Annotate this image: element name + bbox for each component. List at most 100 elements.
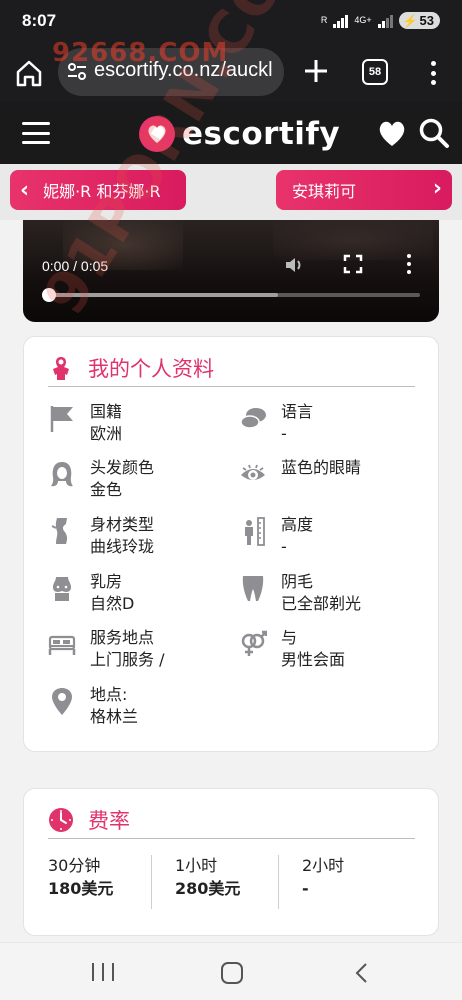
attribute-label: 阴毛 [281,572,314,591]
previous-profile-button[interactable]: ‹ 妮娜·R 和芬娜·R [10,170,186,210]
gender-icon [241,630,267,656]
speech-bubbles-icon [240,408,266,429]
profile-attribute: 阴毛 已全部剃光 [239,571,419,619]
rate-price: 280美元 [175,879,241,898]
attribute-label: 身材类型 [90,515,155,534]
rate-duration: 2小时 [302,856,345,875]
video-scrubber-handle[interactable] [42,288,56,302]
address-bar[interactable]: escortify.co.nz/auckl [58,48,284,96]
logo-text: escortify [182,116,341,152]
profile-attribute: 身材类型 曲线玲珑 [48,514,228,562]
profile-attribute: 国籍 欧洲 [48,401,228,449]
signal-icon-2 [377,14,393,28]
home-button-icon[interactable] [221,962,243,984]
eye-icon [241,464,265,480]
body-type-icon [51,518,68,544]
attribute-label: 乳房 [90,572,123,591]
flag-icon [50,406,73,432]
profile-attribute: 地点: 格林兰 [48,684,228,732]
attribute-label: 地点: [90,685,128,704]
rate-duration: 30分钟 [48,856,101,875]
new-tab-icon[interactable] [302,57,330,85]
status-icons: R 4G+ ⚡ 53 [321,12,440,29]
attribute-label: 服务地点 [90,628,155,647]
profile-card-header: 我的个人资料 [48,349,415,387]
network-type: 4G+ [354,15,372,25]
recent-apps-icon[interactable] [92,963,114,981]
rate-divider [151,855,152,909]
chevron-right-icon: › [432,176,442,201]
rate-item: 30分钟 180美元 [48,855,113,911]
attribute-value: 已全部剃光 [281,594,362,613]
browser-toolbar: escortify.co.nz/auckl 58 [0,44,462,102]
status-time: 8:07 [22,11,57,30]
profile-attribute: 与男性会面 [239,627,419,675]
profile-attribute: 蓝色的眼睛 [239,457,419,505]
profile-attribute: 语言 - [239,401,419,449]
attribute-label: 高度 [281,515,314,534]
rate-divider [278,855,279,909]
signal-icon [333,14,349,28]
previous-profile-label: 妮娜·R 和芬娜·R [43,182,161,201]
favorites-heart-icon[interactable] [376,118,408,148]
bust-icon [53,577,71,601]
clock-icon [49,807,73,832]
rate-item: 2小时 - [302,855,344,911]
video-time: 0:00 / 0:05 [42,258,109,274]
home-icon[interactable] [14,58,44,88]
site-settings-icon[interactable] [66,62,88,82]
video-more-icon[interactable] [405,254,413,274]
profile-icon [53,356,69,380]
bed-icon [48,635,76,655]
pubic-icon [242,576,264,601]
video-buffer-bar [47,293,279,297]
attribute-label: 国籍 [90,402,123,421]
attribute-value: - [281,424,287,443]
roaming-indicator: R [320,15,328,25]
attribute-value: 金色 [90,480,123,499]
rate-price: 180美元 [48,879,114,898]
attribute-value: 男性会面 [281,650,346,669]
fullscreen-icon[interactable] [343,254,363,274]
browser-menu-icon[interactable] [423,58,443,88]
attribute-label: 头发颜色 [90,458,155,477]
hair-icon [51,462,73,487]
video-progress-bar[interactable] [47,293,420,297]
profile-attribute: 乳房自然D [48,571,228,619]
next-profile-button[interactable]: 安琪莉可 › [276,170,452,210]
rates-card: 费率 30分钟 180美元 1小时 280美元 2小时 - [23,788,439,936]
tab-switcher-button[interactable]: 58 [362,59,388,85]
rates-card-header: 费率 [48,801,415,839]
volume-icon[interactable] [283,254,305,276]
profile-navigation: ‹ 妮娜·R 和芬娜·R 安琪莉可 › [0,164,462,220]
profile-attribute: 高度 - [239,514,419,562]
chevron-left-icon: ‹ [20,177,30,203]
profile-attribute: 服务地点上门服务 / [48,627,228,675]
video-player[interactable]: 0:00 / 0:05 [23,220,439,322]
status-bar: 8:07 R 4G+ ⚡ 53 [0,0,462,44]
attribute-value: 曲线玲珑 [90,537,155,556]
rate-duration: 1小时 [175,856,218,875]
logo-heart-icon [139,116,175,152]
url-text: escortify.co.nz/auckl [94,59,273,81]
site-logo[interactable]: escortify [138,112,340,156]
attribute-value: 上门服务 / [90,650,165,669]
charging-icon: ⚡ [402,13,418,28]
attribute-label: 与 [281,628,298,647]
battery-icon: ⚡ 53 [398,12,440,29]
rate-item: 1小时 280美元 [175,855,240,911]
rate-price: - [302,879,309,898]
search-icon[interactable] [418,117,450,149]
site-header: escortify [0,102,462,164]
profile-card: 我的个人资料 国籍 欧洲 语言 - 头发颜色 金色 蓝色的眼睛 身材类型 曲线玲珑 高度 - 乳房 自然… [23,336,439,752]
attribute-value: 自然D [90,594,135,613]
next-profile-label: 安琪莉可 [292,182,357,201]
height-icon [245,517,265,546]
hamburger-menu-icon[interactable] [22,122,50,144]
profile-title: 我的个人资料 [88,356,214,381]
location-pin-icon [52,688,72,715]
back-icon[interactable] [352,961,372,985]
rates-title: 费率 [88,808,130,833]
attribute-value: 格林兰 [90,707,139,726]
battery-level: 53 [419,13,434,28]
